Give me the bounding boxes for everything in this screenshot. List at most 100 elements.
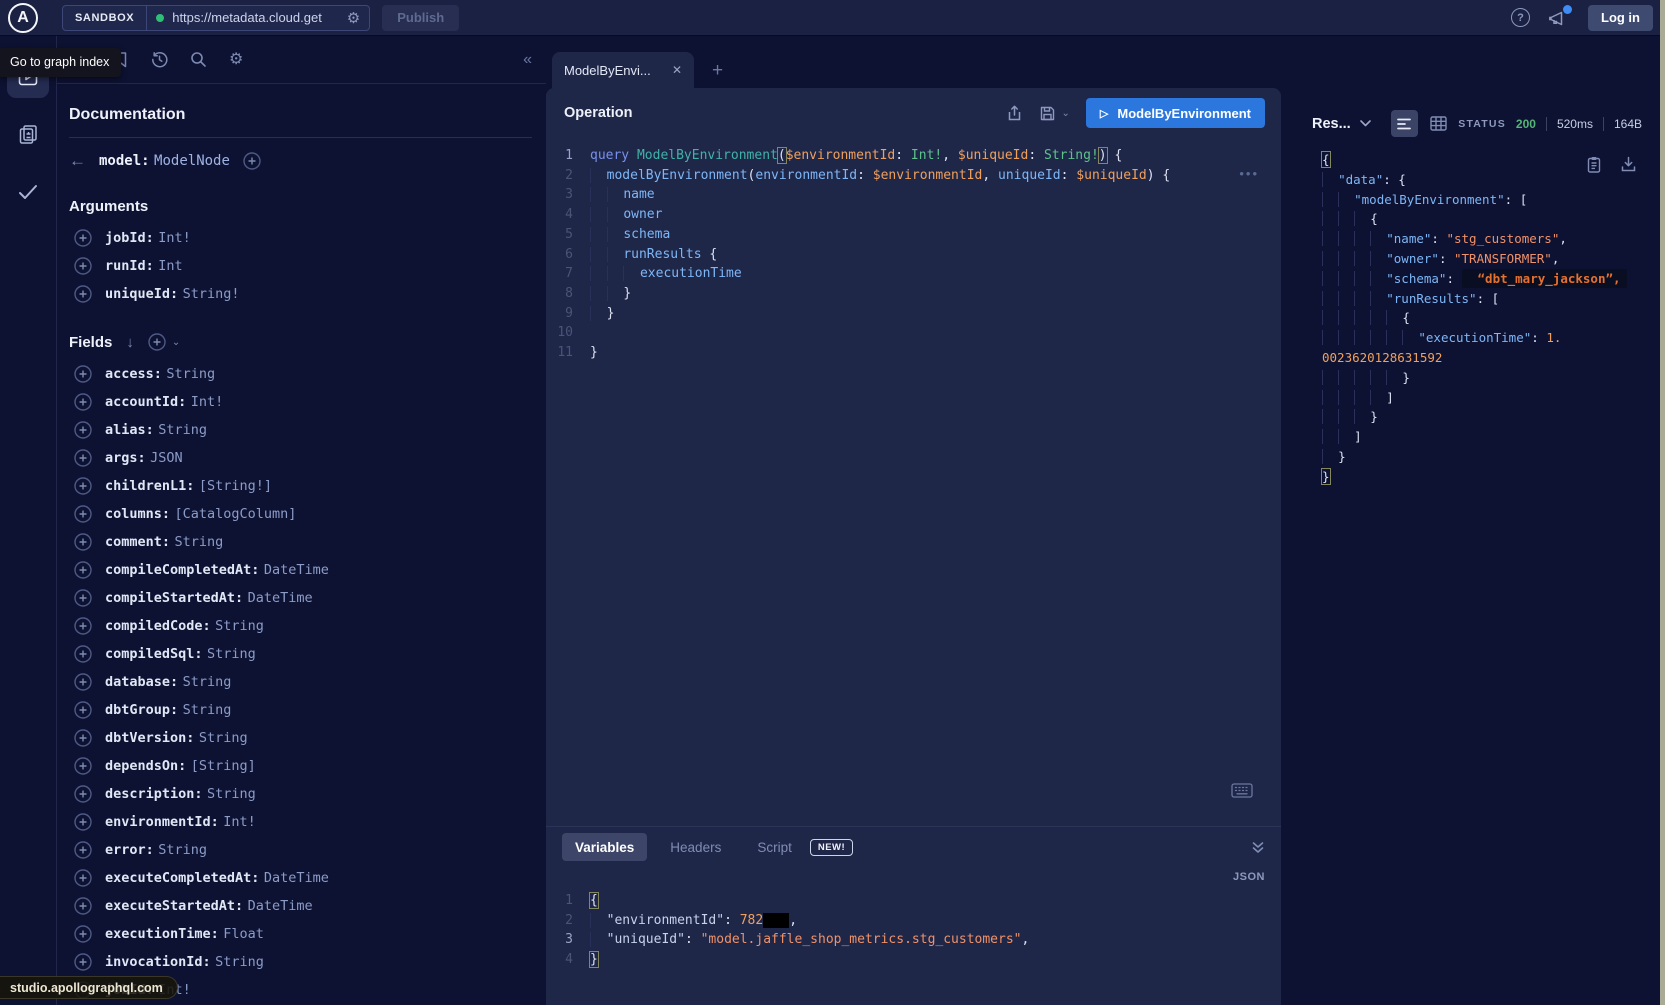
copy-response-icon[interactable] [1587,156,1601,173]
add-field-icon[interactable] [243,152,261,170]
field-type[interactable]: DateTime [248,898,313,914]
apollo-logo[interactable]: A [8,3,38,33]
collapse-sidebar-icon[interactable]: « [523,51,530,69]
share-operation-icon[interactable] [1006,104,1023,122]
doc-field-row[interactable]: compileStartedAt: DateTime [69,584,532,612]
add-field-icon[interactable] [74,785,92,803]
history-icon[interactable] [151,51,168,68]
add-all-fields-button[interactable]: ⌄ [148,333,180,351]
doc-field-row[interactable]: uniqueId: String! [69,280,532,308]
field-type[interactable]: String [158,842,207,858]
nav-schema-docs[interactable] [7,112,49,156]
field-type[interactable]: DateTime [248,590,313,606]
add-field-icon[interactable] [74,477,92,495]
operation-editor[interactable]: 1query ModelByEnvironment($environmentId… [546,138,1281,826]
endpoint-url-box[interactable]: https://metadata.cloud.get ⚙ [147,9,369,27]
new-tab-button[interactable]: + [712,61,723,80]
doc-field-type-link[interactable]: ModelNode [154,153,230,169]
doc-field-row[interactable]: jobId: Int! [69,224,532,252]
settings-gear-icon[interactable]: ⚙ [229,52,243,68]
field-type[interactable]: String [183,702,232,718]
tab-headers[interactable]: Headers [657,833,734,861]
help-icon[interactable]: ? [1511,8,1530,27]
doc-field-row[interactable]: runId: Int [69,252,532,280]
sort-fields-icon[interactable]: ↓ [126,334,134,351]
field-type[interactable]: String [215,954,264,970]
field-type[interactable]: Int! [158,230,191,246]
doc-field-row[interactable]: args: JSON [69,444,532,472]
doc-field-row[interactable]: dbtVersion: String [69,724,532,752]
field-type[interactable]: String [207,646,256,662]
add-field-icon[interactable] [74,925,92,943]
add-field-icon[interactable] [74,393,92,411]
field-type[interactable]: Int [158,258,182,274]
operation-menu-icon[interactable]: ••• [1239,166,1259,181]
tab-variables[interactable]: Variables [562,833,647,861]
doc-field-row[interactable]: dependsOn: [String] [69,752,532,780]
field-type[interactable]: String! [183,286,240,302]
add-field-icon[interactable] [74,561,92,579]
run-operation-button[interactable]: ▷ ModelByEnvironment [1086,98,1265,128]
doc-field-row[interactable]: accountId: Int! [69,388,532,416]
nav-checks[interactable] [7,170,49,214]
add-field-icon[interactable] [74,285,92,303]
doc-field-row[interactable]: alias: String [69,416,532,444]
doc-field-row[interactable]: columns: [CatalogColumn] [69,500,532,528]
doc-field-row[interactable]: compileCompletedAt: DateTime [69,556,532,584]
doc-field-row[interactable]: comment: String [69,528,532,556]
doc-field-row[interactable]: dbtGroup: String [69,696,532,724]
doc-field-row[interactable]: executionTime: Float [69,920,532,948]
add-field-icon[interactable] [74,701,92,719]
add-field-icon[interactable] [74,365,92,383]
login-button[interactable]: Log in [1588,5,1653,31]
add-field-icon[interactable] [74,505,92,523]
add-field-icon[interactable] [74,813,92,831]
add-field-icon[interactable] [74,757,92,775]
operation-tab[interactable]: ModelByEnvi... ✕ [552,52,694,88]
doc-field-row[interactable]: database: String [69,668,532,696]
doc-field-row[interactable]: invocationId: String [69,948,532,976]
add-field-icon[interactable] [74,869,92,887]
field-type[interactable]: String [199,730,248,746]
doc-field-row[interactable]: description: String [69,780,532,808]
field-type[interactable]: String [158,422,207,438]
doc-field-row[interactable]: childrenL1: [String!] [69,472,532,500]
endpoint-settings-gear-icon[interactable]: ⚙ [347,9,360,27]
field-type[interactable]: String [215,618,264,634]
field-type[interactable]: String [183,674,232,690]
variables-editor[interactable]: JSON 1{​2 "environmentId": 782,​3 "uniqu… [546,867,1281,970]
doc-field-row[interactable]: error: String [69,836,532,864]
field-type[interactable]: DateTime [264,870,329,886]
field-type[interactable]: String [174,534,223,550]
add-field-icon[interactable] [74,673,92,691]
field-type[interactable]: Int! [223,814,256,830]
doc-field-row[interactable]: access: String [69,360,532,388]
announcements-icon[interactable] [1548,8,1570,28]
add-field-icon[interactable] [74,449,92,467]
field-type[interactable]: JSON [150,450,183,466]
field-type[interactable]: [CatalogColumn] [174,506,296,522]
add-field-icon[interactable] [74,229,92,247]
add-field-icon[interactable] [74,645,92,663]
endpoint-url-input[interactable]: https://metadata.cloud.get [172,10,339,25]
save-options-chevron-icon[interactable]: ⌄ [1062,108,1070,119]
save-operation-button[interactable]: ⌄ [1039,105,1070,122]
add-field-icon[interactable] [74,533,92,551]
response-view-json-toggle[interactable] [1391,110,1418,137]
add-field-icon[interactable] [74,841,92,859]
add-field-icon[interactable] [74,589,92,607]
collapse-variables-icon[interactable] [1251,841,1265,854]
field-type[interactable]: DateTime [264,562,329,578]
field-type[interactable]: Float [223,926,264,942]
doc-field-row[interactable]: compiledCode: String [69,612,532,640]
tab-script[interactable]: Script [744,833,798,861]
back-arrow-icon[interactable]: ← [69,151,86,171]
keyboard-shortcuts-icon[interactable] [1231,783,1253,798]
download-response-icon[interactable] [1621,156,1636,173]
field-type[interactable]: String [207,786,256,802]
close-tab-icon[interactable]: ✕ [672,63,682,77]
search-icon[interactable] [190,51,207,68]
field-type[interactable]: Int! [191,394,224,410]
publish-button[interactable]: Publish [382,5,459,31]
field-type[interactable]: [String!] [199,478,272,494]
